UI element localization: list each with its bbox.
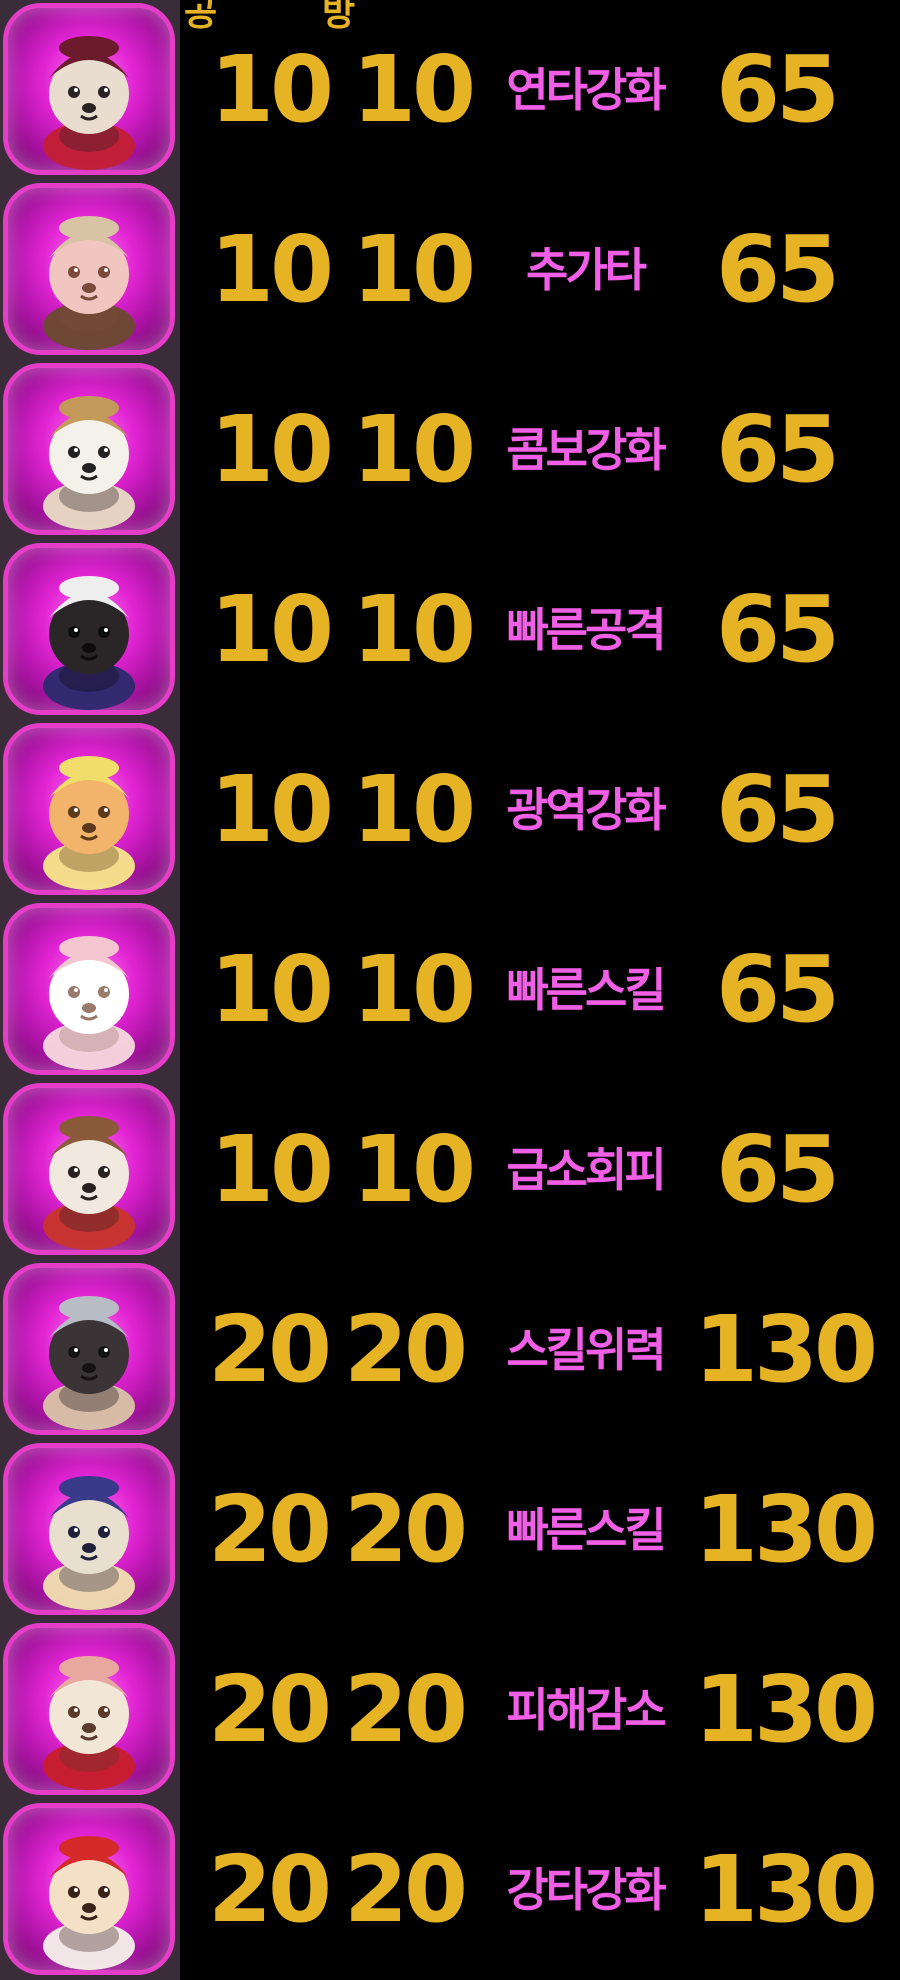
pet-row: 10 10 빠른스킬 65 bbox=[0, 900, 900, 1080]
skill-name: 추가타 bbox=[526, 243, 647, 297]
pet-row: 10 10 콤보강화 65 bbox=[0, 360, 900, 540]
attack-value: 10 bbox=[210, 396, 334, 503]
wolf-knight-helmet-icon[interactable] bbox=[3, 1263, 175, 1435]
pet-row: 20 20 스킬위력 130 bbox=[0, 1260, 900, 1440]
attack-value: 10 bbox=[210, 576, 334, 683]
dog-detective-pipe-icon[interactable] bbox=[3, 183, 175, 355]
cost-value: 130 bbox=[694, 1836, 878, 1943]
defense-value: 10 bbox=[352, 216, 476, 323]
cost-value: 65 bbox=[716, 216, 840, 323]
cost-value: 130 bbox=[694, 1296, 878, 1403]
pet-icon-frame bbox=[0, 1440, 180, 1620]
pet-icon-frame bbox=[0, 540, 180, 720]
skill-name: 피해감소 bbox=[506, 1683, 666, 1737]
skill-name: 빠른스킬 bbox=[506, 963, 666, 1017]
attack-value: 20 bbox=[208, 1476, 332, 1583]
skill-name: 스킬위력 bbox=[506, 1323, 666, 1377]
pet-icon-frame bbox=[0, 0, 180, 180]
pet-row: 10 10 광역강화 65 bbox=[0, 720, 900, 900]
pet-icon-frame bbox=[0, 900, 180, 1080]
pet-icon-frame bbox=[0, 1080, 180, 1260]
cost-value: 65 bbox=[716, 36, 840, 143]
defense-value: 10 bbox=[352, 36, 476, 143]
polar-bear-laurel-icon[interactable] bbox=[3, 363, 175, 535]
skill-name: 연타강화 bbox=[506, 63, 666, 117]
cost-value: 65 bbox=[716, 756, 840, 863]
attack-value: 20 bbox=[208, 1296, 332, 1403]
cat-gentleman-top-hat-icon[interactable] bbox=[3, 3, 175, 175]
defense-value: 10 bbox=[352, 396, 476, 503]
shihtzu-flower-crown-icon[interactable] bbox=[3, 1623, 175, 1795]
pet-icon-frame bbox=[0, 360, 180, 540]
skill-name: 강타강화 bbox=[506, 1863, 666, 1917]
cost-value: 65 bbox=[716, 396, 840, 503]
pet-row: 20 20 피해감소 130 bbox=[0, 1620, 900, 1800]
pet-row: 20 20 강타강화 130 bbox=[0, 1800, 900, 1980]
skill-name: 콤보강화 bbox=[506, 423, 666, 477]
pet-row: 10 10 급소회피 65 bbox=[0, 1080, 900, 1260]
defense-value: 10 bbox=[352, 756, 476, 863]
defense-value: 20 bbox=[344, 1296, 468, 1403]
defense-value: 20 bbox=[344, 1476, 468, 1583]
pet-icon-frame bbox=[0, 720, 180, 900]
pet-row: 20 20 빠른스킬 130 bbox=[0, 1440, 900, 1620]
skill-name: 빠른공격 bbox=[506, 603, 666, 657]
defense-value: 20 bbox=[344, 1836, 468, 1943]
pet-icon-frame bbox=[0, 1620, 180, 1800]
attack-value: 20 bbox=[208, 1836, 332, 1943]
attack-value: 10 bbox=[210, 36, 334, 143]
cost-value: 65 bbox=[716, 1116, 840, 1223]
pet-icon-frame bbox=[0, 180, 180, 360]
cost-value: 130 bbox=[694, 1656, 878, 1763]
cost-value: 65 bbox=[716, 576, 840, 683]
cost-value: 130 bbox=[694, 1476, 878, 1583]
skill-name: 광역강화 bbox=[506, 783, 666, 837]
defense-value: 10 bbox=[352, 576, 476, 683]
rabbit-sheep-costume-icon[interactable] bbox=[3, 903, 175, 1075]
defense-value: 10 bbox=[352, 936, 476, 1043]
pet-row: 10 10 빠른공격 65 bbox=[0, 540, 900, 720]
attack-value: 20 bbox=[208, 1656, 332, 1763]
black-cat-witch-hat-icon[interactable] bbox=[3, 543, 175, 715]
defense-value: 20 bbox=[344, 1656, 468, 1763]
raccoon-adventurer-goggles-icon[interactable] bbox=[3, 1083, 175, 1255]
skill-name: 급소회피 bbox=[506, 1143, 666, 1197]
owl-hooded-horns-icon[interactable] bbox=[3, 1443, 175, 1615]
attack-value: 10 bbox=[210, 216, 334, 323]
shiba-yellow-raincoat-icon[interactable] bbox=[3, 723, 175, 895]
cost-value: 65 bbox=[716, 936, 840, 1043]
pet-icon-frame bbox=[0, 1800, 180, 1980]
attack-value: 10 bbox=[210, 936, 334, 1043]
pet-icon-frame bbox=[0, 1260, 180, 1440]
defense-value: 10 bbox=[352, 1116, 476, 1223]
pet-row: 10 10 연타강화 65 bbox=[0, 0, 900, 180]
attack-value: 10 bbox=[210, 1116, 334, 1223]
skill-name: 빠른스킬 bbox=[506, 1503, 666, 1557]
hamster-strawberry-hood-icon[interactable] bbox=[3, 1803, 175, 1975]
attack-value: 10 bbox=[210, 756, 334, 863]
pet-row: 10 10 추가타 65 bbox=[0, 180, 900, 360]
